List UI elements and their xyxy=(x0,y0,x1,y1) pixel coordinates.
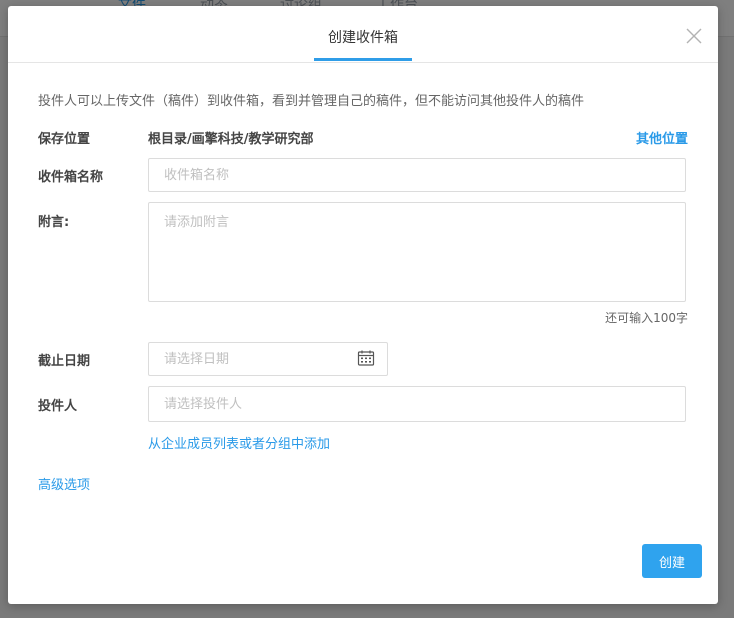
dialog-header: 创建收件箱 xyxy=(8,6,718,63)
other-location-link[interactable]: 其他位置 xyxy=(636,128,688,147)
close-icon[interactable] xyxy=(684,26,704,46)
note-label: 附言: xyxy=(38,215,70,230)
dialog-description: 投件人可以上传文件（稿件）到收件箱，看到并管理自己的稿件，但不能访问其他投件人的… xyxy=(38,94,585,109)
inbox-name-label: 收件箱名称 xyxy=(38,170,104,185)
char-count-remaining: 还可输入100字 xyxy=(605,311,688,325)
deadline-label: 截止日期 xyxy=(38,354,91,369)
submitters-label: 投件人 xyxy=(38,399,78,414)
add-from-members-link[interactable]: 从企业成员列表或者分组中添加 xyxy=(148,433,330,452)
deadline-date-input[interactable] xyxy=(148,342,388,376)
note-textarea[interactable] xyxy=(148,202,686,302)
create-button[interactable]: 创建 xyxy=(642,544,702,578)
advanced-options-link[interactable]: 高级选项 xyxy=(38,474,90,493)
dialog-title-underline xyxy=(314,58,412,61)
calendar-icon[interactable] xyxy=(357,349,375,367)
dialog-title-tab[interactable]: 创建收件箱 xyxy=(314,28,412,48)
create-inbox-dialog: 创建收件箱 投件人可以上传文件（稿件）到收件箱，看到并管理自己的稿件，但不能访问… xyxy=(8,6,718,604)
save-location-path: 根目录/画擎科技/教学研究部 xyxy=(148,132,314,147)
save-location-label: 保存位置 xyxy=(38,132,91,147)
inbox-name-input[interactable] xyxy=(148,158,686,192)
submitters-input[interactable] xyxy=(148,386,686,422)
